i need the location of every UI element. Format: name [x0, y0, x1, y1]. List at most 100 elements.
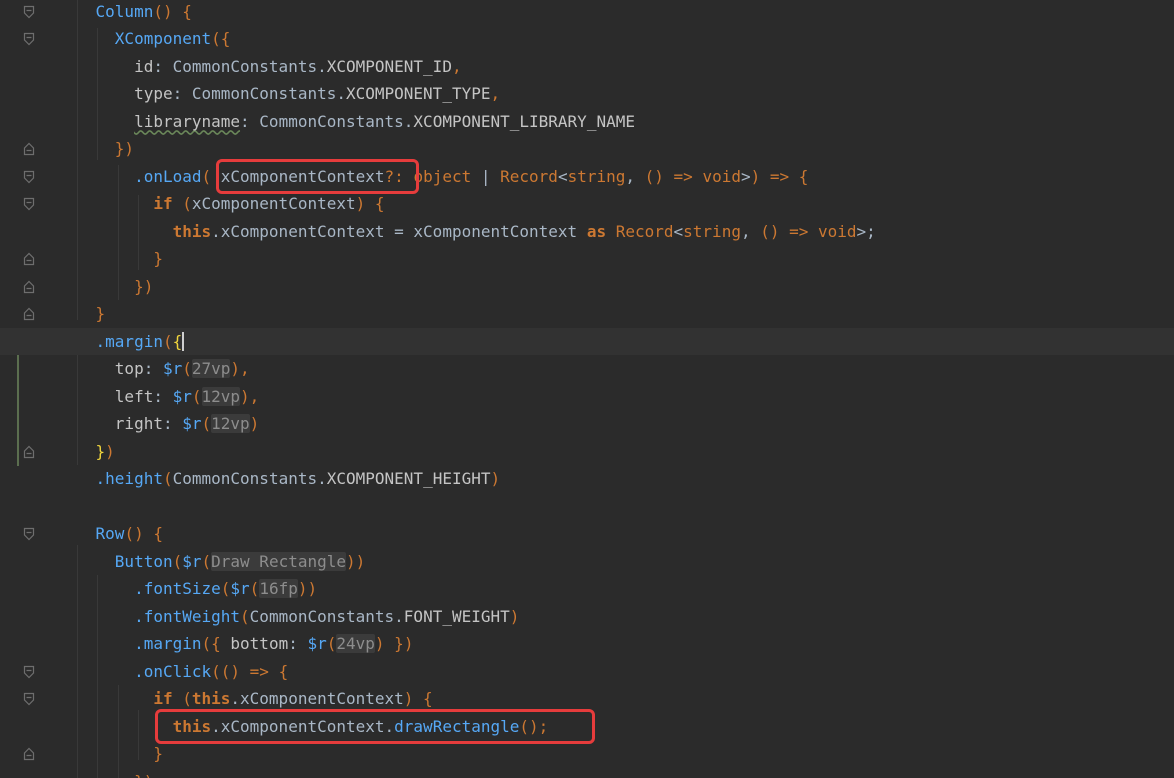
code-token: (: [172, 689, 192, 708]
code-token: $r: [182, 551, 202, 571]
code-token: (: [201, 634, 212, 653]
code-line[interactable]: Row() {: [0, 520, 1174, 548]
code-line[interactable]: libraryname: CommonConstants.XCOMPONENT_…: [0, 108, 1174, 136]
code-token: =>: [663, 166, 703, 186]
code-token: string: [683, 221, 741, 241]
code-line-text: Row() {: [57, 520, 163, 548]
code-line[interactable]: .margin({ bottom: $r(24vp) }): [0, 630, 1174, 658]
code-token: 12vp: [201, 386, 241, 406]
code-line[interactable]: top: $r(27vp),: [0, 355, 1174, 383]
code-token: Record: [615, 221, 674, 241]
code-token: top: [114, 359, 144, 378]
code-token: ): [230, 661, 241, 681]
code-line[interactable]: .onLoad( xComponentContext?: object | Re…: [0, 163, 1174, 191]
code-line[interactable]: id: CommonConstants.XCOMPONENT_ID,: [0, 53, 1174, 81]
code-token: {: [798, 166, 809, 186]
code-line-text: Button($r(Draw Rectangle)): [57, 548, 365, 576]
code-token: ): [403, 689, 414, 708]
code-token: {: [365, 194, 385, 213]
code-line[interactable]: Column() {: [0, 0, 1174, 25]
code-token: =>: [760, 166, 799, 186]
code-token: : CommonConstants.: [240, 111, 414, 131]
code-token: (: [162, 469, 173, 488]
code-token: void: [818, 221, 857, 241]
code-token: :: [153, 386, 173, 406]
code-token: as: [586, 221, 607, 241]
code-token: (: [191, 386, 202, 406]
code-token: ,: [740, 221, 761, 241]
code-line[interactable]: XComponent({: [0, 25, 1174, 53]
code-token: $r: [307, 634, 327, 653]
code-line-text: type: CommonConstants.XCOMPONENT_TYPE,: [57, 80, 500, 108]
code-line[interactable]: }): [0, 438, 1174, 466]
code-token: }: [95, 441, 106, 461]
code-line[interactable]: }): [0, 135, 1174, 163]
code-token: (: [240, 606, 250, 626]
code-token: XCOMPONENT_TYPE: [345, 84, 491, 103]
code-token: FONT_WEIGHT: [403, 606, 510, 626]
code-line[interactable]: }: [0, 740, 1174, 768]
code-token: ): [230, 359, 241, 378]
code-line-text: }: [57, 740, 163, 768]
code-line[interactable]: left: $r(12vp),: [0, 383, 1174, 411]
code-token: )): [297, 579, 318, 598]
code-line-text: }): [57, 768, 153, 778]
code-token: id: [134, 56, 154, 76]
code-token: 27vp: [191, 359, 231, 378]
code-token: object: [413, 166, 472, 186]
code-token: .fontWeight: [134, 606, 241, 626]
code-token: :: [162, 414, 183, 433]
code-area[interactable]: Column() { XComponent({ id: CommonConsta…: [0, 0, 1174, 778]
code-line[interactable]: right: $r(12vp): [0, 410, 1174, 438]
code-line[interactable]: Button($r(Draw Rectangle)): [0, 548, 1174, 576]
code-line[interactable]: .height(CommonConstants.XCOMPONENT_HEIGH…: [0, 465, 1174, 493]
code-token: $r: [182, 414, 202, 433]
code-token: if: [153, 689, 173, 708]
code-token: .xComponentContext: [230, 689, 404, 708]
code-line[interactable]: [0, 493, 1174, 521]
code-line[interactable]: .fontSize($r(16fp)): [0, 575, 1174, 603]
code-token: : CommonConstants.: [153, 56, 327, 76]
code-line-text: this.xComponentContext = xComponentConte…: [57, 218, 876, 246]
code-token: ,: [451, 56, 462, 76]
code-line[interactable]: type: CommonConstants.XCOMPONENT_TYPE,: [0, 80, 1174, 108]
code-token: ): [240, 386, 250, 406]
code-line-text: libraryname: CommonConstants.XCOMPONENT_…: [57, 108, 635, 136]
code-line[interactable]: }: [0, 245, 1174, 273]
code-line[interactable]: this.xComponentContext = xComponentConte…: [0, 218, 1174, 246]
code-line[interactable]: .onClick(() => {: [0, 658, 1174, 686]
code-line-text: right: $r(12vp): [57, 410, 259, 438]
code-line[interactable]: }): [0, 273, 1174, 301]
code-line[interactable]: }): [0, 768, 1174, 778]
code-token: }): [134, 276, 154, 296]
code-line[interactable]: if (xComponentContext) {: [0, 190, 1174, 218]
code-line-text: .margin({ bottom: $r(24vp) }): [57, 630, 413, 658]
code-line[interactable]: .fontWeight(CommonConstants.FONT_WEIGHT): [0, 603, 1174, 631]
code-token: (: [172, 194, 192, 213]
code-line-text: }): [57, 438, 115, 466]
code-line-text: top: $r(27vp),: [57, 355, 250, 383]
code-token: }): [134, 772, 153, 778]
code-token: (: [201, 166, 212, 186]
code-token: ({: [211, 29, 231, 48]
code-token: (: [201, 414, 212, 433]
code-editor[interactable]: Column() { XComponent({ id: CommonConsta…: [0, 0, 1174, 778]
code-token: {: [211, 634, 231, 653]
code-line-current[interactable]: .margin({: [0, 327, 1174, 355]
code-token: (: [172, 551, 183, 571]
code-token: left: [114, 386, 154, 406]
code-token: }: [153, 744, 163, 763]
code-token: : CommonConstants.: [172, 84, 346, 103]
code-line[interactable]: }: [0, 300, 1174, 328]
code-token: 16fp: [259, 579, 298, 598]
